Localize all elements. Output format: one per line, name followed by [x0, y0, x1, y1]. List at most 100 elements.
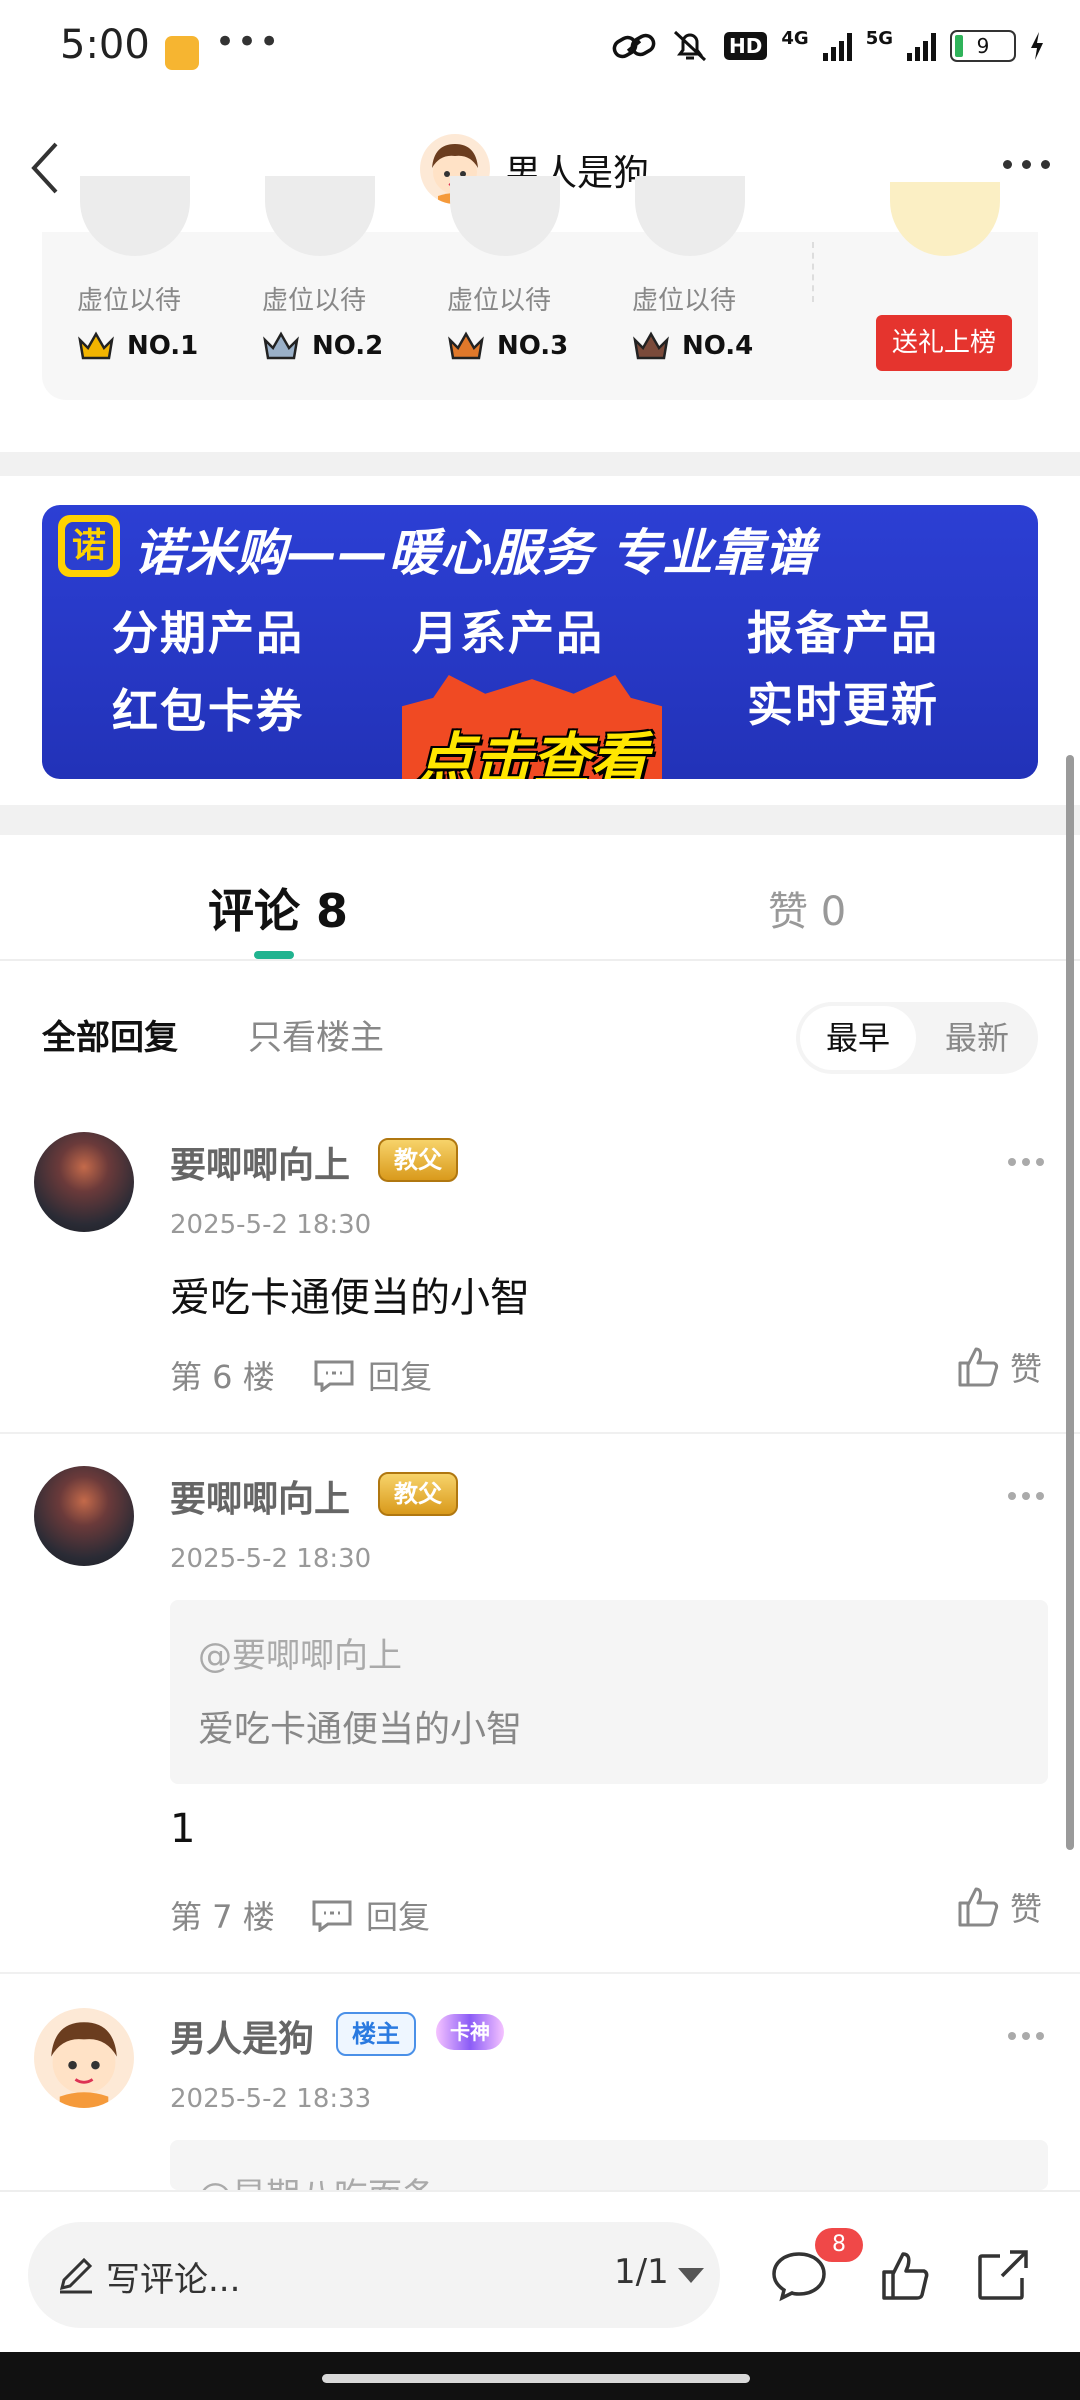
link-icon [612, 33, 656, 59]
quoted-comment[interactable]: @星期八吃面条 [170, 2140, 1048, 2190]
banner-item: 红包卡券 [112, 684, 304, 738]
banner-cta[interactable]: 点击查看 [382, 675, 682, 779]
comment-time: 2025-5-2 18:30 [170, 1210, 372, 1240]
quoted-comment[interactable]: @要唧唧向上 爱吃卡通便当的小智 [170, 1600, 1048, 1784]
tab-bar: 评论 8 赞 0 [0, 835, 1080, 961]
comment-more-icon[interactable] [1008, 1158, 1044, 1166]
commenter-avatar[interactable] [34, 1132, 134, 1232]
comment-icon[interactable] [770, 2250, 828, 2302]
user-title-badge: 教父 [378, 1472, 458, 1516]
notification-app-icon [165, 36, 199, 70]
comment-time: 2025-5-2 18:30 [170, 1544, 372, 1574]
comment-placeholder: 写评论... [106, 2260, 241, 2300]
tab-likes[interactable]: 赞 0 [768, 879, 846, 937]
reply-label: 回复 [366, 1898, 431, 1936]
comment-more-icon[interactable] [1008, 1492, 1044, 1500]
send-gift-button[interactable]: 送礼上榜 [876, 315, 1012, 371]
sort-toggle: 最早 最新 [796, 1002, 1038, 1074]
active-tab-indicator [254, 951, 294, 959]
cta-label: 点击查看 [415, 726, 648, 779]
rank-slot-label: 虚位以待 [262, 286, 367, 316]
rank-number-label: NO.2 [312, 331, 384, 361]
filter-all-replies[interactable]: 全部回复 [42, 1010, 178, 1059]
like-label: 赞 [1010, 1350, 1043, 1388]
status-bar: 5:00 ••• HD 4G 5G 9 [0, 0, 1080, 100]
net-5g-label: 5G [865, 28, 893, 49]
like-button[interactable]: 赞 [956, 1884, 1042, 1930]
comment-divider [0, 1972, 1080, 1974]
rank-number-label: NO.1 [127, 331, 199, 361]
like-icon[interactable] [880, 2250, 930, 2302]
quoted-user: @要唧唧向上 [198, 1636, 402, 1676]
commenter-name[interactable]: 男人是狗 [170, 2010, 314, 2062]
comment-time: 2025-5-2 18:33 [170, 2084, 372, 2114]
battery-level: 9 [976, 34, 990, 58]
comment-more-icon[interactable] [1008, 2032, 1044, 2040]
signal-icon-1 [822, 31, 852, 61]
brand-logo-text: 诺 [65, 522, 113, 570]
clock: 5:00 [60, 22, 150, 68]
commenter-name[interactable]: 要唧唧向上 [170, 1136, 350, 1188]
thumbs-up-icon [958, 1347, 999, 1387]
user-title-badge: 卡神 [436, 2014, 504, 2050]
rank-avatar-placeholder [265, 176, 375, 256]
banner-item: 报备产品 [747, 606, 939, 660]
reply-icon [314, 1360, 354, 1392]
mute-bell-icon [674, 30, 707, 62]
crown-icon [448, 331, 484, 360]
owner-badge: 楼主 [336, 2012, 416, 2056]
reply-button[interactable]: 回复 [310, 1892, 430, 1938]
rank-number: NO.1 [77, 330, 198, 362]
sort-earliest[interactable]: 最早 [800, 1006, 916, 1070]
comment-count-badge: 8 [815, 2228, 863, 2262]
more-options-icon[interactable] [1003, 160, 1050, 169]
comment-floor: 第 6 楼 [170, 1358, 275, 1396]
section-separator [0, 805, 1080, 835]
crown-icon [263, 331, 299, 360]
reply-button[interactable]: 回复 [312, 1352, 432, 1398]
rank-number: NO.3 [447, 330, 568, 362]
like-label: 赞 [1010, 1890, 1043, 1928]
section-separator [0, 452, 1080, 476]
banner-item: 月系产品 [412, 606, 604, 660]
reply-label: 回复 [368, 1358, 433, 1396]
comment-text: 爱吃卡通便当的小智 [170, 1275, 530, 1321]
comment-input[interactable]: 写评论... 1/1 [28, 2222, 720, 2328]
rank-number: NO.2 [262, 330, 383, 362]
share-icon[interactable] [976, 2248, 1030, 2302]
quoted-text: 爱吃卡通便当的小智 [198, 1709, 523, 1750]
commenter-name[interactable]: 要唧唧向上 [170, 1470, 350, 1522]
crown-icon [78, 331, 114, 360]
scrollbar[interactable] [1066, 755, 1074, 1850]
ad-banner[interactable]: 诺 诺米购——暖心服务 专业靠谱 分期产品 月系产品 报备产品 红包卡券 实时更… [42, 505, 1038, 779]
rank-number: NO.4 [632, 330, 753, 362]
thumbs-up-icon [958, 1887, 999, 1927]
banner-item: 分期产品 [112, 606, 304, 660]
bottom-action-bar: 写评论... 1/1 8 [0, 2190, 1080, 2352]
quoted-user: @星期八吃面条 [198, 2168, 436, 2190]
filter-owner-only[interactable]: 只看楼主 [248, 1010, 384, 1059]
battery-icon: 9 [950, 30, 1016, 62]
crown-icon [633, 331, 669, 360]
like-button[interactable]: 赞 [956, 1344, 1042, 1390]
back-arrow-icon[interactable] [26, 138, 66, 198]
rank-avatar-placeholder [450, 176, 560, 256]
brand-logo: 诺 [58, 515, 120, 577]
commenter-avatar[interactable] [34, 2008, 134, 2108]
page-indicator[interactable]: 1/1 [614, 2252, 669, 2292]
comment-divider [0, 1432, 1080, 1434]
rank-slot-label: 虚位以待 [77, 286, 182, 316]
commenter-avatar[interactable] [34, 1466, 134, 1566]
signal-icon-2 [907, 31, 936, 61]
tab-divider [0, 959, 1080, 961]
tab-comments[interactable]: 评论 8 [208, 875, 348, 941]
rank-avatar-placeholder [635, 176, 745, 256]
rank-number-label: NO.3 [497, 331, 569, 361]
rank-avatar-placeholder [80, 176, 190, 256]
rank-slot-label: 虚位以待 [632, 286, 737, 316]
page-dropdown-icon[interactable] [678, 2268, 704, 2283]
banner-headline: 诺米购——暖心服务 专业靠谱 [134, 524, 816, 582]
sort-latest[interactable]: 最新 [920, 1006, 1034, 1070]
net-4g-label: 4G [781, 28, 809, 49]
home-gesture-handle[interactable] [322, 2374, 750, 2383]
